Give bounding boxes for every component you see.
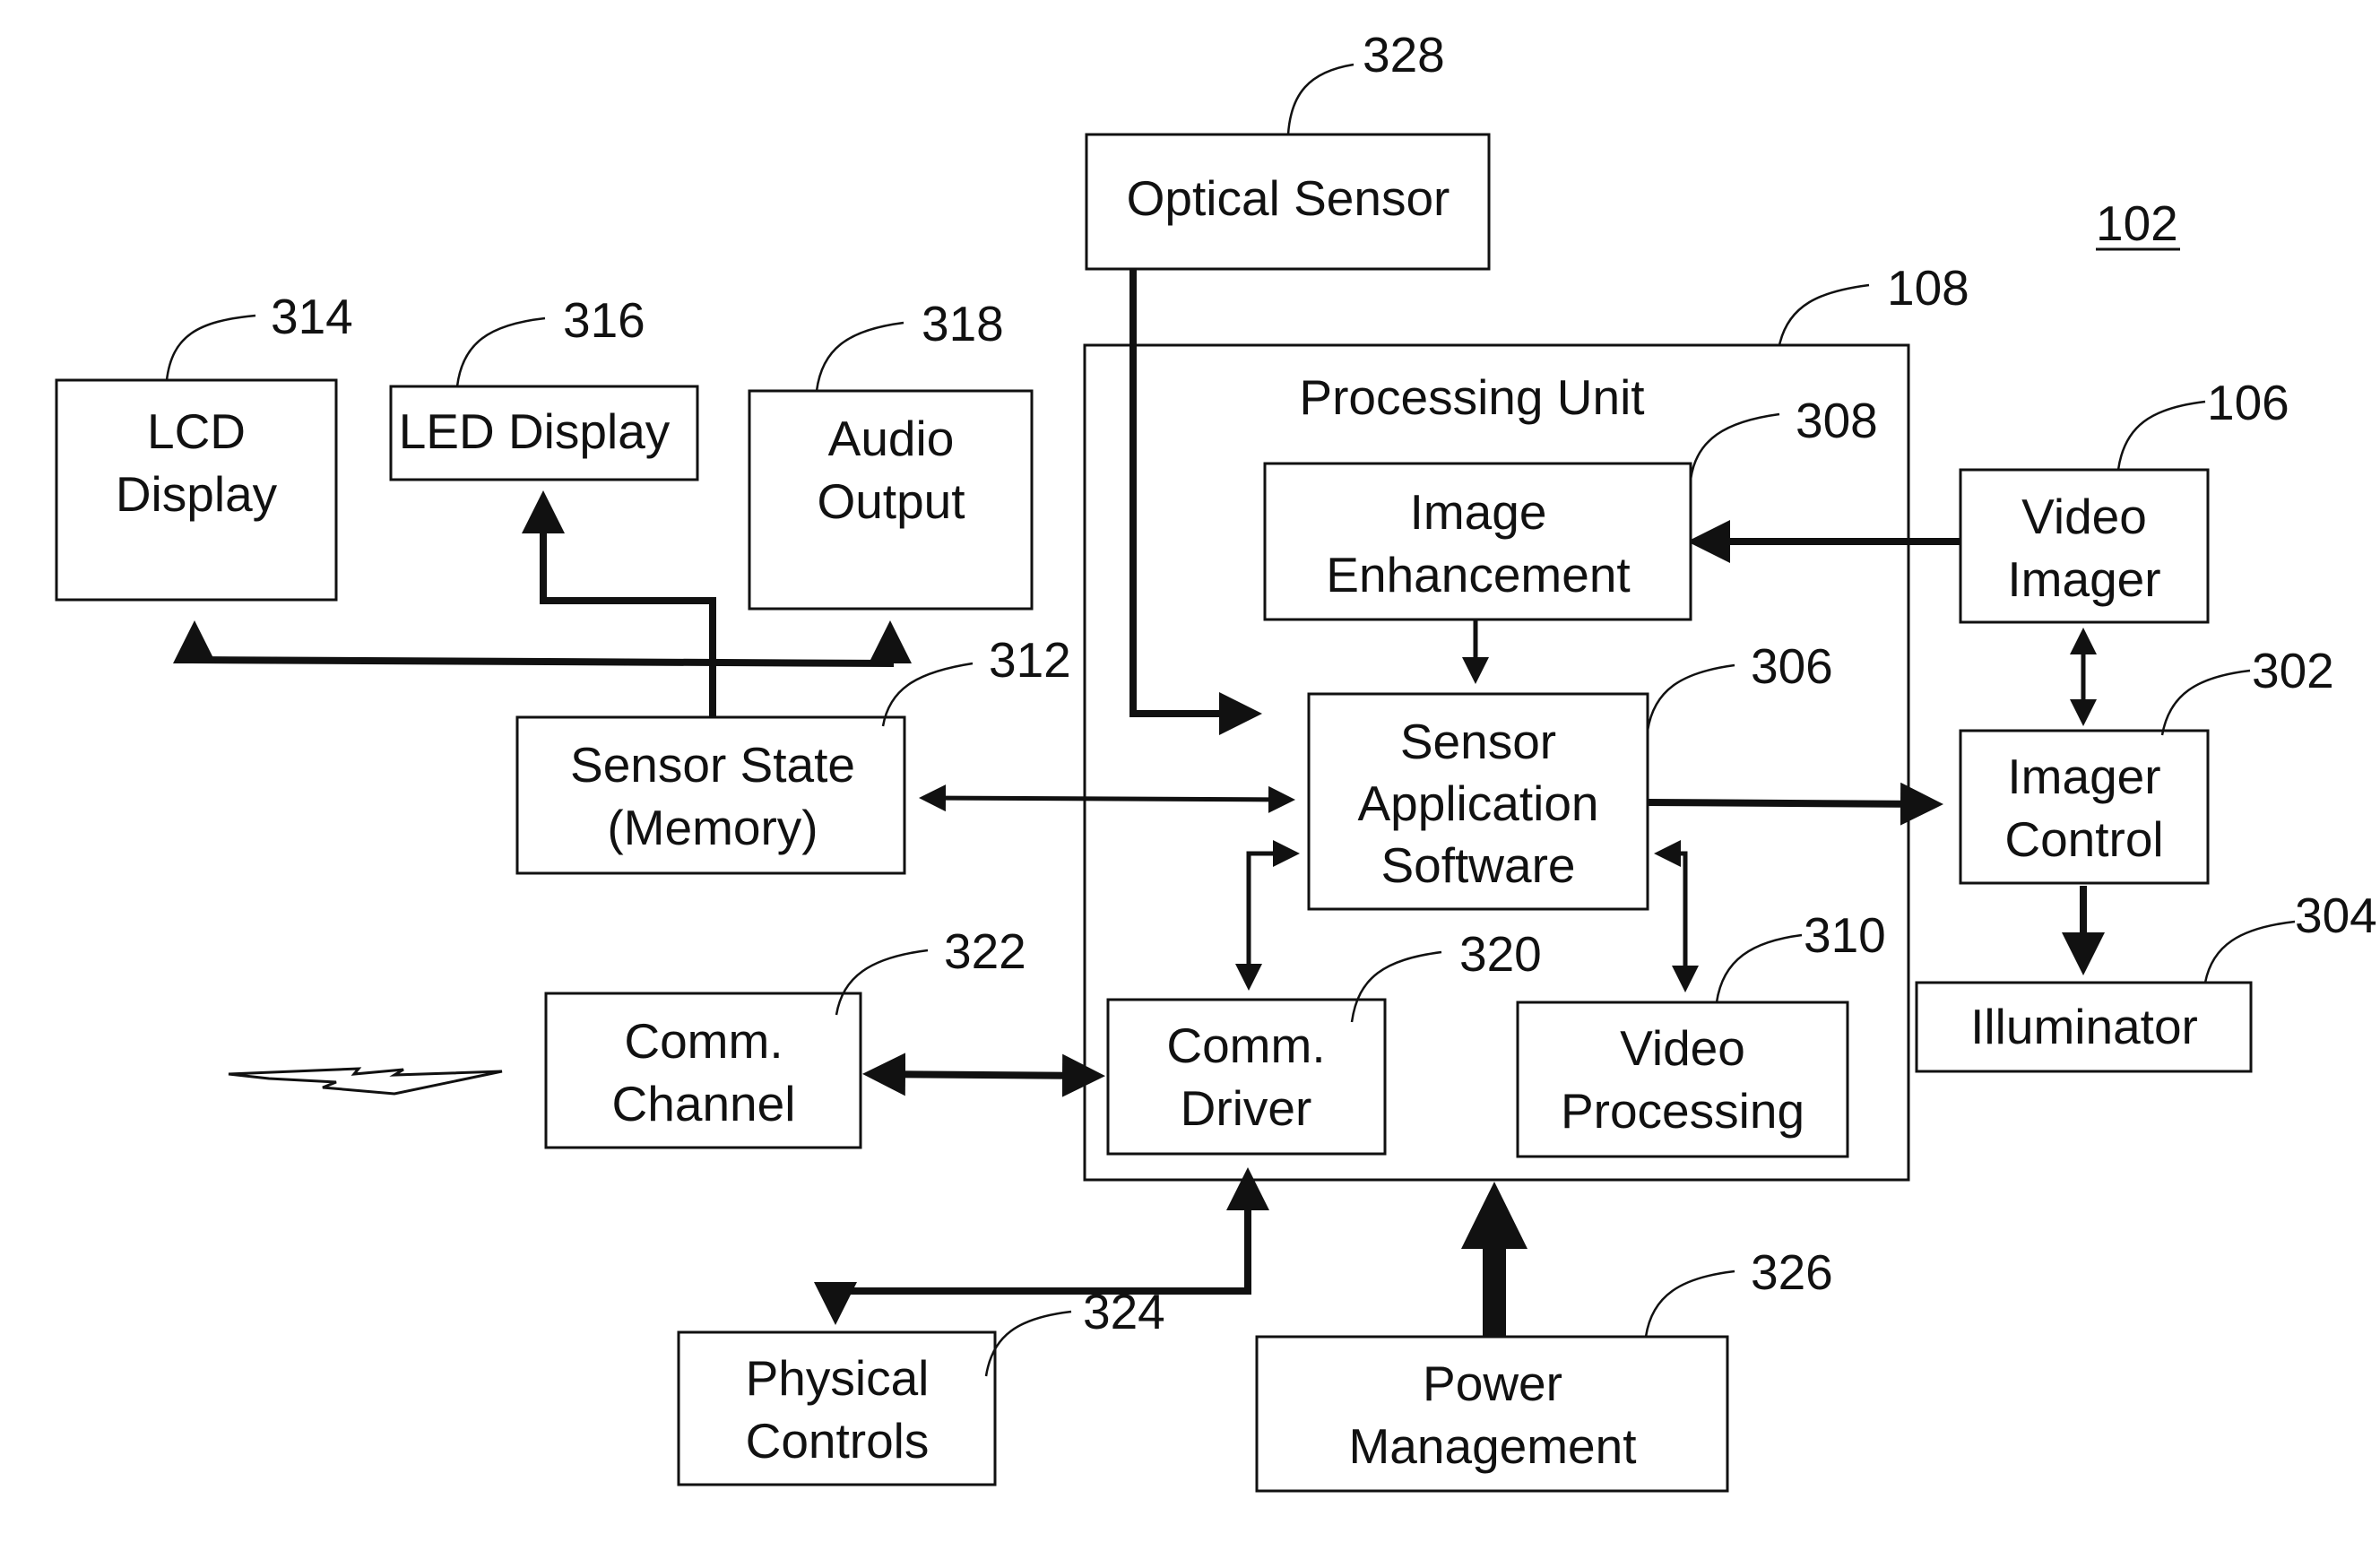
video-imager-leader: [2116, 400, 2206, 471]
video-imager-label-line-2: Imager: [2007, 551, 2160, 607]
comm-driver-label-line-2: Driver: [1181, 1080, 1312, 1136]
block-diagram: 102 Processing Unit 108 Optical Sensor 3…: [55, 27, 2377, 1493]
power-management-ref: 326: [1751, 1244, 1833, 1300]
video-processing-label-line-1: Video: [1620, 1020, 1745, 1076]
imager-control-label-line-1: Imager: [2007, 749, 2160, 804]
audio-output-block[interactable]: Audio Output 318: [748, 296, 1034, 611]
comm-channel-ref: 322: [944, 923, 1026, 979]
figure-ref-label: 102: [2096, 195, 2178, 251]
power-arrow-head: [1461, 1182, 1528, 1249]
image-enhancement-label-line-1: Image: [1410, 484, 1547, 540]
illuminator-block[interactable]: Illuminator 304: [1915, 888, 2377, 1073]
led-display-label: LED Display: [399, 403, 671, 459]
imager-control-leader: [2160, 669, 2251, 736]
figure-reference: 102: [2096, 195, 2180, 251]
processing-unit-label: Processing Unit: [1299, 369, 1644, 425]
power-management-label-line-1: Power: [1423, 1356, 1562, 1411]
arrow-bus-lcd-audio: [173, 620, 912, 668]
optical-sensor-label: Optical Sensor: [1127, 170, 1450, 226]
illuminator-ref: 304: [2295, 888, 2377, 943]
sensor-state-label-line-1: Sensor State: [570, 737, 855, 793]
comm-channel-block[interactable]: Comm. Channel 322: [544, 923, 1026, 1149]
audio-output-label-line-1: Audio: [828, 411, 955, 466]
sensor-app-label-line-1: Sensor: [1400, 714, 1556, 769]
image-enhancement-label-line-2: Enhancement: [1326, 547, 1630, 602]
audio-output-leader: [815, 321, 904, 392]
physical-controls-leader: [984, 1310, 1072, 1377]
sensor-app-label-line-2: Application: [1357, 776, 1598, 831]
power-management-leader: [1644, 1269, 1735, 1338]
video-imager-ref: 106: [2207, 375, 2289, 430]
power-management-block[interactable]: Power Management 326: [1255, 1244, 1833, 1493]
processing-unit-leader: [1778, 283, 1870, 346]
physical-controls-block[interactable]: Physical Controls 324: [677, 1284, 1165, 1486]
arrow-sensor-state-sensor-app: [919, 784, 1295, 813]
physical-controls-label-line-1: Physical: [746, 1350, 930, 1406]
imager-control-block[interactable]: Imager Control 302: [1959, 643, 2334, 885]
video-processing-ref: 310: [1804, 907, 1886, 963]
physical-controls-label-line-2: Controls: [746, 1413, 930, 1469]
audio-output-ref: 318: [922, 296, 1004, 351]
arrow-comm-driver-physical-controls: [814, 1167, 1269, 1325]
lcd-display-ref: 314: [271, 289, 353, 344]
optical-sensor-leader: [1286, 63, 1354, 135]
led-display-leader: [455, 316, 546, 387]
optical-sensor-block[interactable]: Optical Sensor 328: [1085, 27, 1491, 271]
lcd-display-block[interactable]: LCD Display 314: [55, 289, 353, 602]
wireless-signal-icon: [228, 1067, 503, 1096]
sensor-state-block[interactable]: Sensor State (Memory) 312: [515, 632, 1071, 875]
led-display-block[interactable]: LED Display 316: [389, 292, 699, 481]
image-enhancement-ref: 308: [1796, 393, 1878, 448]
video-processing-label-line-2: Processing: [1561, 1083, 1804, 1139]
lcd-display-label-line-1: LCD: [147, 403, 246, 459]
video-imager-label-line-1: Video: [2021, 489, 2147, 544]
arrow-sensor-state-to-led: [522, 490, 716, 717]
audio-output-label-line-2: Output: [817, 473, 965, 529]
imager-control-ref: 302: [2252, 643, 2334, 698]
power-management-label-line-2: Management: [1348, 1418, 1636, 1474]
lcd-display-leader: [165, 314, 256, 381]
sensor-state-ref: 312: [989, 632, 1071, 688]
power-arrow-shaft: [1483, 1246, 1506, 1336]
arrow-comm-channel-comm-driver: [862, 1053, 1105, 1097]
illuminator-label: Illuminator: [1970, 999, 2198, 1054]
led-display-ref: 316: [563, 292, 645, 348]
arrow-sensor-app-to-imager-control: [1647, 782, 1943, 826]
sensor-state-label-line-2: (Memory): [607, 800, 818, 855]
video-imager-block[interactable]: Video Imager 106: [1959, 375, 2289, 624]
lcd-display-label-line-2: Display: [116, 466, 278, 522]
comm-driver-label-line-1: Comm.: [1166, 1018, 1325, 1073]
comm-channel-label-line-2: Channel: [612, 1076, 796, 1131]
comm-driver-ref: 320: [1459, 926, 1542, 982]
sensor-app-label-line-3: Software: [1380, 837, 1575, 893]
optical-sensor-ref: 328: [1363, 27, 1445, 82]
processing-unit-ref: 108: [1887, 260, 1969, 316]
imager-control-label-line-2: Control: [2004, 811, 2163, 867]
illuminator-leader: [2203, 920, 2296, 983]
comm-channel-label-line-1: Comm.: [624, 1013, 783, 1069]
physical-controls-ref: 324: [1083, 1284, 1165, 1339]
sensor-app-ref: 306: [1751, 638, 1833, 694]
